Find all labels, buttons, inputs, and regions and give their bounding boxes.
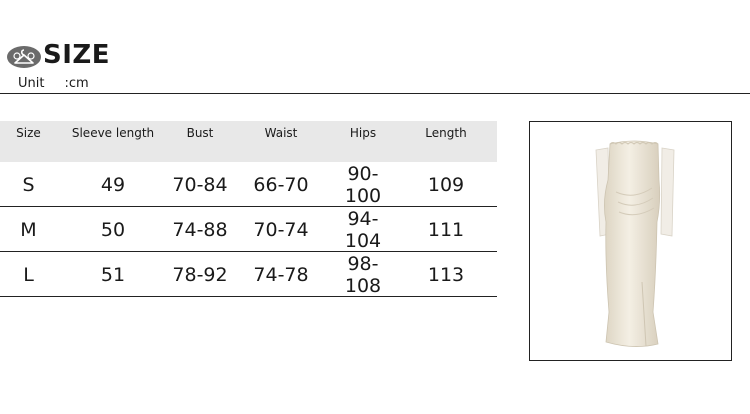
cell-hips: 94-104 [344,208,382,252]
cell-sleeve-length: 49 [100,174,126,196]
unit-line: Unit :cm [18,76,89,91]
cell-length: 113 [427,264,465,286]
cell-sleeve-length: 51 [100,264,126,286]
cell-hips: 98-108 [344,253,382,297]
cell-size: S [22,174,35,196]
product-photo [529,121,732,361]
logo [6,44,42,70]
cell-waist: 74-78 [253,264,309,286]
table-header: Size Sleeve length Bust Waist Hips Lengt… [0,121,497,162]
off-shoulder-dress-image [595,140,675,347]
cell-waist: 70-74 [253,219,309,241]
column-header-size: Size [16,126,41,140]
cell-size: L [23,264,34,286]
unit-value: :cm [64,76,89,91]
header-divider [0,93,750,94]
column-header-sleeve-length: Sleeve length [71,126,155,140]
cell-sleeve-length: 50 [100,219,126,241]
column-header-length: Length [425,126,467,140]
table-row: M 50 74-88 70-74 94-104 111 [0,207,497,252]
cell-length: 109 [427,174,465,196]
cell-waist: 66-70 [253,174,309,196]
cell-bust: 74-88 [172,219,228,241]
hanger-icon [7,46,41,68]
page-title: SIZE [43,40,111,70]
column-header-hips: Hips [349,126,377,140]
cell-length: 111 [427,219,465,241]
table-row: L 51 78-92 74-78 98-108 113 [0,252,497,297]
cell-hips: 90-100 [344,163,382,207]
cell-bust: 70-84 [172,174,228,196]
cell-size: M [20,219,37,241]
cell-bust: 78-92 [172,264,228,286]
table-row: S 49 70-84 66-70 90-100 109 [0,162,497,207]
unit-label: Unit [18,76,45,91]
size-table: Size Sleeve length Bust Waist Hips Lengt… [0,121,497,297]
column-header-waist: Waist [264,126,298,140]
column-header-bust: Bust [186,126,214,140]
